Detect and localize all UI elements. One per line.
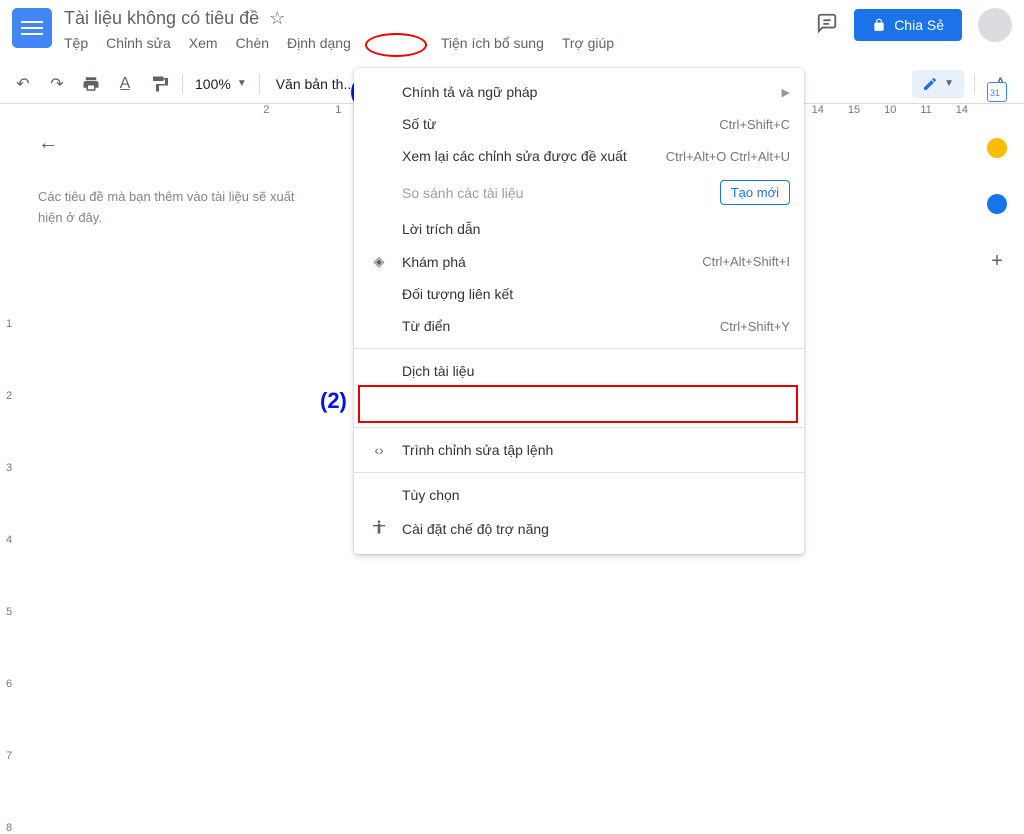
menu-item-voice-typing-hidden[interactable]: [354, 387, 804, 421]
zoom-select[interactable]: 100% ▼: [191, 76, 251, 92]
menu-item-preferences[interactable]: Tùy chọn: [354, 479, 804, 511]
menu-item-accessibility[interactable]: Cài đặt chế độ trợ năng: [354, 511, 804, 546]
star-icon[interactable]: ☆: [269, 8, 285, 29]
menu-item-compare-docs: So sánh các tài liệu Tạo mới: [354, 172, 804, 213]
outline-pane: ← Các tiêu đề mà bạn thêm vào tài liệu s…: [18, 120, 318, 655]
menu-addons[interactable]: Tiện ích bổ sung: [441, 33, 544, 57]
annotation-oval-tools: [365, 33, 427, 57]
keep-icon[interactable]: [987, 138, 1007, 158]
menu-item-review-suggestions[interactable]: Xem lại các chỉnh sửa được đề xuất Ctrl+…: [354, 140, 804, 172]
outline-placeholder: Các tiêu đề mà bạn thêm vào tài liệu sẽ …: [38, 187, 298, 229]
accessibility-icon: [368, 519, 390, 538]
menu-item-citations[interactable]: Lời trích dẫn: [354, 213, 804, 245]
annotation-marker-2: (2): [320, 388, 347, 414]
close-outline-button[interactable]: ←: [38, 132, 298, 155]
undo-button[interactable]: ↶: [8, 69, 38, 99]
tools-dropdown: Chính tả và ngữ pháp ▶ Số từ Ctrl+Shift+…: [354, 68, 804, 554]
chevron-right-icon: ▶: [782, 86, 790, 99]
menu-item-script-editor[interactable]: ‹› Trình chỉnh sửa tập lệnh: [354, 434, 804, 466]
menu-view[interactable]: Xem: [189, 33, 218, 57]
chevron-down-icon: ▼: [237, 78, 247, 89]
add-addons-icon[interactable]: +: [991, 250, 1003, 273]
menu-divider: [354, 472, 804, 473]
zoom-value: 100%: [195, 76, 231, 92]
docs-app-icon[interactable]: [12, 8, 52, 48]
paint-format-button[interactable]: [144, 69, 174, 99]
comments-icon[interactable]: [816, 12, 838, 39]
share-button-label: Chia Sẻ: [894, 17, 944, 33]
share-button[interactable]: Chia Sẻ: [854, 9, 962, 41]
chevron-down-icon: ▼: [944, 78, 954, 89]
styles-value: Văn bản th...: [276, 76, 355, 92]
menu-item-linked-objects[interactable]: Đối tượng liên kết: [354, 278, 804, 310]
menu-item-dictionary[interactable]: Từ điển Ctrl+Shift+Y: [354, 310, 804, 342]
menu-divider: [354, 348, 804, 349]
create-new-button[interactable]: Tạo mới: [720, 180, 790, 205]
explore-icon: ◈: [368, 253, 390, 270]
side-panel: +: [970, 70, 1024, 273]
tasks-icon[interactable]: [987, 194, 1007, 214]
header: Tài liệu không có tiêu đề ☆ Tệp Chỉnh sử…: [0, 0, 1024, 64]
menu-edit[interactable]: Chỉnh sửa: [106, 33, 171, 57]
menu-divider: [354, 427, 804, 428]
spellcheck-button[interactable]: A̲: [110, 69, 140, 99]
menu-item-wordcount[interactable]: Số từ Ctrl+Shift+C: [354, 108, 804, 140]
print-button[interactable]: [76, 69, 106, 99]
vertical-ruler: 12345678: [0, 240, 18, 834]
lock-icon: [872, 18, 886, 32]
redo-button[interactable]: ↷: [42, 69, 72, 99]
menubar: Tệp Chỉnh sửa Xem Chèn Định dạng Tiện íc…: [64, 33, 816, 57]
menu-insert[interactable]: Chèn: [236, 33, 269, 57]
title-area: Tài liệu không có tiêu đề ☆ Tệp Chỉnh sử…: [64, 8, 816, 57]
menu-item-translate[interactable]: Dịch tài liệu: [354, 355, 804, 387]
menu-file[interactable]: Tệp: [64, 33, 88, 57]
menu-format[interactable]: Định dạng: [287, 33, 351, 57]
menu-item-explore[interactable]: ◈ Khám phá Ctrl+Alt+Shift+I: [354, 245, 804, 278]
script-icon: ‹›: [368, 442, 390, 458]
pencil-icon: [922, 76, 938, 92]
editing-mode-button[interactable]: ▼: [912, 70, 964, 98]
menu-item-spellcheck[interactable]: Chính tả và ngữ pháp ▶: [354, 76, 804, 108]
calendar-icon[interactable]: [987, 82, 1007, 102]
document-title[interactable]: Tài liệu không có tiêu đề: [64, 8, 259, 29]
avatar[interactable]: [978, 8, 1012, 42]
menu-help[interactable]: Trợ giúp: [562, 33, 614, 57]
